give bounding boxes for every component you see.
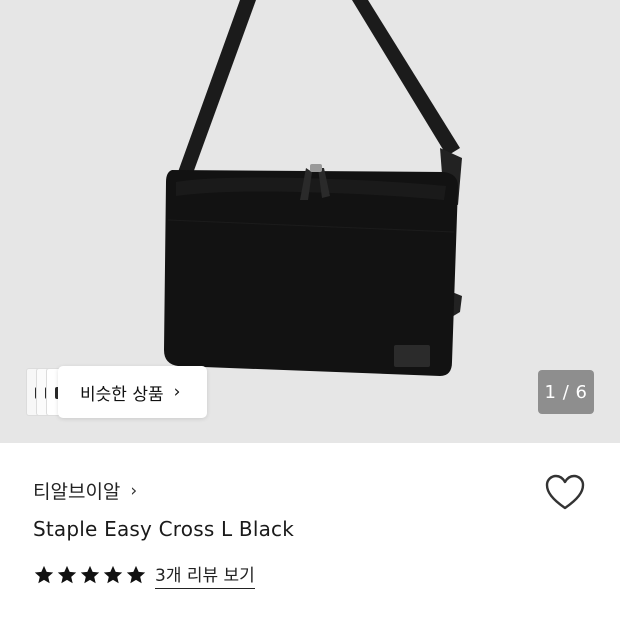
chevron-right-icon: › [173, 382, 181, 402]
star-icon [80, 565, 100, 584]
similar-products-label: 비슷한 상품 [80, 384, 164, 405]
product-info: 티알브이알 › Staple Easy Cross L Black 3개 리뷰 … [0, 443, 620, 620]
similar-products-button[interactable]: 비슷한 상품 › [26, 366, 207, 418]
product-title: Staple Easy Cross L Black [33, 517, 295, 541]
product-image-gallery[interactable]: 비슷한 상품 › 1 / 6 [0, 0, 620, 443]
rating-stars [33, 564, 147, 586]
star-icon [103, 565, 123, 584]
similar-products-pill[interactable]: 비슷한 상품 › [58, 366, 207, 418]
star-icon [126, 565, 146, 584]
brand-name: 티알브이알 [33, 481, 121, 503]
review-link[interactable]: 3개 리뷰 보기 [155, 561, 255, 589]
heart-icon[interactable] [544, 473, 586, 513]
chevron-right-icon: › [130, 480, 138, 501]
brand-link[interactable]: 티알브이알 › [33, 477, 137, 504]
rating-row: 3개 리뷰 보기 [33, 561, 255, 589]
star-icon [34, 565, 54, 584]
image-page-counter: 1 / 6 [538, 370, 594, 414]
star-icon [57, 565, 77, 584]
